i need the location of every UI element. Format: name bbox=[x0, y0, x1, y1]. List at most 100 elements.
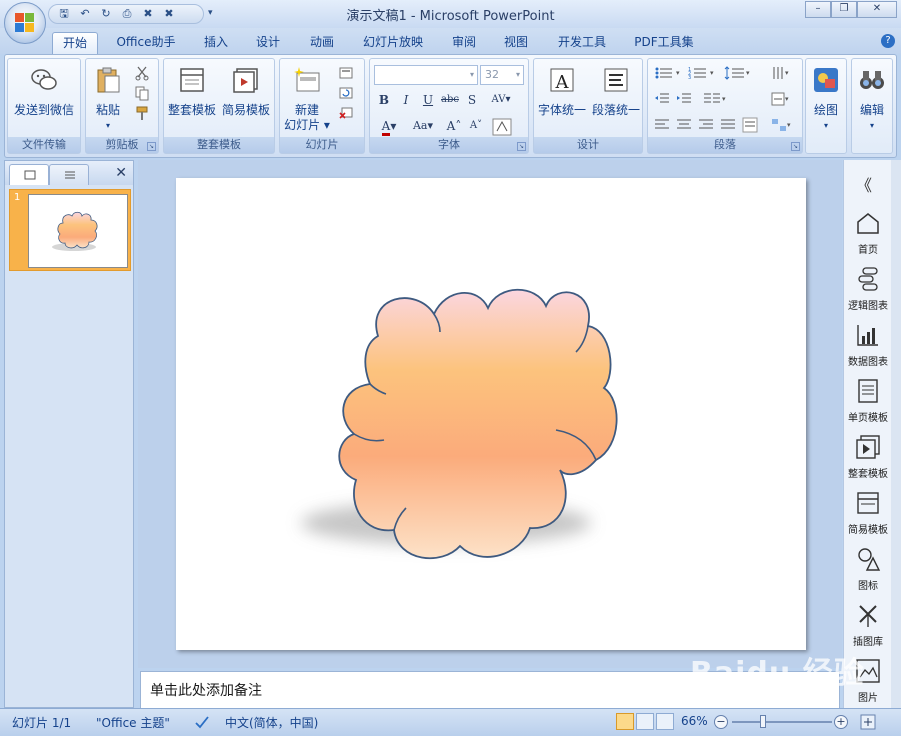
full-template-button[interactable]: 整套模板 bbox=[166, 65, 218, 118]
numbering-icon[interactable]: 123▾ bbox=[688, 65, 718, 81]
smartart-icon[interactable]: ▾ bbox=[770, 117, 794, 133]
slide-thumbnail-selected[interactable]: 1 bbox=[9, 189, 131, 271]
outline-icon bbox=[65, 171, 75, 179]
zoom-out-button[interactable]: − bbox=[714, 715, 728, 729]
full-template-icon bbox=[856, 435, 880, 459]
slide-count-status: 幻灯片 1/1 bbox=[12, 716, 72, 730]
fit-window-icon[interactable] bbox=[860, 714, 876, 730]
clipboard-launcher-icon[interactable]: ↘ bbox=[147, 142, 156, 151]
close-panel-icon[interactable]: ✕ bbox=[115, 165, 127, 181]
ribbon-tabs: 开始 Office助手 插入 设计 动画 幻灯片放映 审阅 视图 开发工具 PD… bbox=[0, 28, 901, 54]
group-label-design: 设计 bbox=[534, 137, 642, 153]
font-color-button[interactable]: A▾ bbox=[374, 117, 404, 136]
align-center-icon[interactable] bbox=[676, 117, 692, 133]
sidebar-item-data-chart[interactable]: 数据图表 bbox=[844, 322, 892, 368]
office-button[interactable] bbox=[4, 2, 46, 44]
clear-format-icon[interactable] bbox=[492, 118, 512, 136]
align-text-icon[interactable]: ▾ bbox=[770, 91, 794, 107]
slide-thumbnail[interactable] bbox=[28, 194, 128, 268]
tab-slides-thumbnails[interactable] bbox=[9, 164, 49, 185]
layout-icon[interactable] bbox=[338, 65, 354, 81]
distributed-icon[interactable] bbox=[742, 117, 758, 133]
tab-office-assistant[interactable]: Office助手 bbox=[108, 32, 184, 54]
sidebar-item-simple-template[interactable]: 简易模板 bbox=[844, 490, 892, 536]
minimize-button[interactable]: – bbox=[805, 1, 831, 18]
paste-button[interactable]: 粘贴 ▾ bbox=[90, 65, 126, 133]
drawing-button[interactable]: 绘图 ▾ bbox=[806, 65, 846, 133]
strikethrough-button[interactable]: abc bbox=[440, 91, 460, 109]
copy-icon[interactable] bbox=[134, 85, 150, 101]
italic-button[interactable]: I bbox=[396, 91, 416, 109]
decrease-indent-icon[interactable] bbox=[654, 91, 670, 107]
tab-review[interactable]: 审阅 bbox=[444, 32, 484, 54]
send-wechat-button[interactable]: 发送到微信 bbox=[12, 65, 76, 118]
delete-slide-icon[interactable] bbox=[338, 105, 354, 121]
tab-animation[interactable]: 动画 bbox=[300, 32, 344, 54]
shapes-icon bbox=[814, 68, 838, 92]
shadow-button[interactable]: S bbox=[462, 91, 482, 109]
justify-icon[interactable] bbox=[720, 117, 736, 133]
baidu-watermark-url: jingyan.baidu.com bbox=[706, 688, 808, 701]
align-left-icon[interactable] bbox=[654, 117, 670, 133]
reset-slide-icon[interactable] bbox=[338, 85, 354, 101]
underline-button[interactable]: U bbox=[418, 91, 438, 109]
restore-button[interactable]: ❐ bbox=[831, 1, 857, 18]
icon-library-icon bbox=[858, 548, 881, 571]
tab-slideshow[interactable]: 幻灯片放映 bbox=[354, 32, 432, 54]
sidebar-item-icons[interactable]: 图标 bbox=[844, 546, 892, 592]
shrink-font-button[interactable]: A˅ bbox=[466, 117, 486, 135]
font-launcher-icon[interactable]: ↘ bbox=[517, 142, 526, 151]
sidebar-item-single-template[interactable]: 单页模板 bbox=[844, 378, 892, 424]
zoom-slider-thumb[interactable] bbox=[760, 715, 766, 728]
editing-button[interactable]: 编辑 ▾ bbox=[852, 65, 892, 133]
slide-sorter-button[interactable] bbox=[636, 713, 654, 730]
new-slide-button[interactable]: 新建 幻灯片 ▾ bbox=[282, 65, 332, 133]
columns-icon[interactable]: ▾ bbox=[702, 91, 730, 107]
font-unify-button[interactable]: A 字体统一 bbox=[536, 65, 588, 118]
sidebar-item-full-template[interactable]: 整套模板 bbox=[844, 434, 892, 480]
text-direction-icon[interactable]: ▾ bbox=[770, 65, 794, 81]
tab-home[interactable]: 开始 bbox=[52, 32, 98, 54]
sidebar-item-illustrations[interactable]: 插图库 bbox=[844, 602, 892, 648]
tab-outline[interactable] bbox=[49, 164, 89, 185]
slide-canvas[interactable] bbox=[176, 178, 806, 650]
zoom-level[interactable]: 66% bbox=[681, 714, 708, 728]
tab-view[interactable]: 视图 bbox=[496, 32, 536, 54]
help-icon[interactable]: ? bbox=[881, 34, 895, 48]
para-unify-button[interactable]: 段落统一 bbox=[590, 65, 642, 118]
tab-pdf-tools[interactable]: PDF工具集 bbox=[626, 32, 702, 54]
zoom-slider-track[interactable] bbox=[732, 721, 832, 723]
char-spacing-button[interactable]: AV▾ bbox=[486, 91, 516, 109]
status-bar: 幻灯片 1/1 "Office 主题" 中文(简体，中国) 66% − + bbox=[0, 708, 901, 736]
font-name-input[interactable]: ▾ bbox=[374, 65, 478, 85]
sidebar-item-home[interactable]: 首页 bbox=[844, 210, 892, 256]
tab-design[interactable]: 设计 bbox=[248, 32, 288, 54]
collapse-sidebar-icon[interactable]: 《 bbox=[856, 172, 872, 196]
zoom-in-button[interactable]: + bbox=[834, 715, 848, 729]
format-painter-icon[interactable] bbox=[134, 105, 150, 121]
normal-view-button[interactable] bbox=[616, 713, 634, 730]
bullets-icon[interactable]: ▾ bbox=[654, 65, 684, 81]
align-right-icon[interactable] bbox=[698, 117, 714, 133]
baidu-watermark: Baidu 经验 bbox=[690, 656, 865, 691]
simple-template-button[interactable]: 简易模板 bbox=[220, 65, 272, 118]
bold-button[interactable]: B bbox=[374, 91, 394, 109]
paragraph-launcher-icon[interactable]: ↘ bbox=[791, 142, 800, 151]
grow-font-button[interactable]: A˄ bbox=[444, 117, 464, 135]
close-button[interactable]: ✕ bbox=[857, 1, 897, 18]
cut-icon[interactable] bbox=[134, 65, 150, 81]
slideshow-button[interactable] bbox=[656, 713, 674, 730]
line-spacing-icon[interactable]: ▾ bbox=[724, 65, 754, 81]
sidebar-item-logic-chart[interactable]: 逻辑图表 bbox=[844, 266, 892, 312]
simple-template-icon bbox=[233, 68, 258, 93]
language-status[interactable]: 中文(简体，中国) bbox=[225, 714, 318, 731]
change-case-button[interactable]: Aa▾ bbox=[408, 117, 438, 135]
right-sidebar: 《 首页 逻辑图表 数据图表 单页模板 整套模板 简易模板 图标 插图库 图片 bbox=[843, 160, 891, 708]
group-label-paragraph: 段落 bbox=[648, 137, 802, 153]
right-scrollbar[interactable] bbox=[891, 160, 901, 708]
tab-insert[interactable]: 插入 bbox=[196, 32, 236, 54]
increase-indent-icon[interactable] bbox=[676, 91, 692, 107]
tab-developer[interactable]: 开发工具 bbox=[548, 32, 616, 54]
font-size-input[interactable]: 32 ▾ bbox=[480, 65, 524, 85]
spell-check-icon[interactable] bbox=[194, 715, 210, 729]
